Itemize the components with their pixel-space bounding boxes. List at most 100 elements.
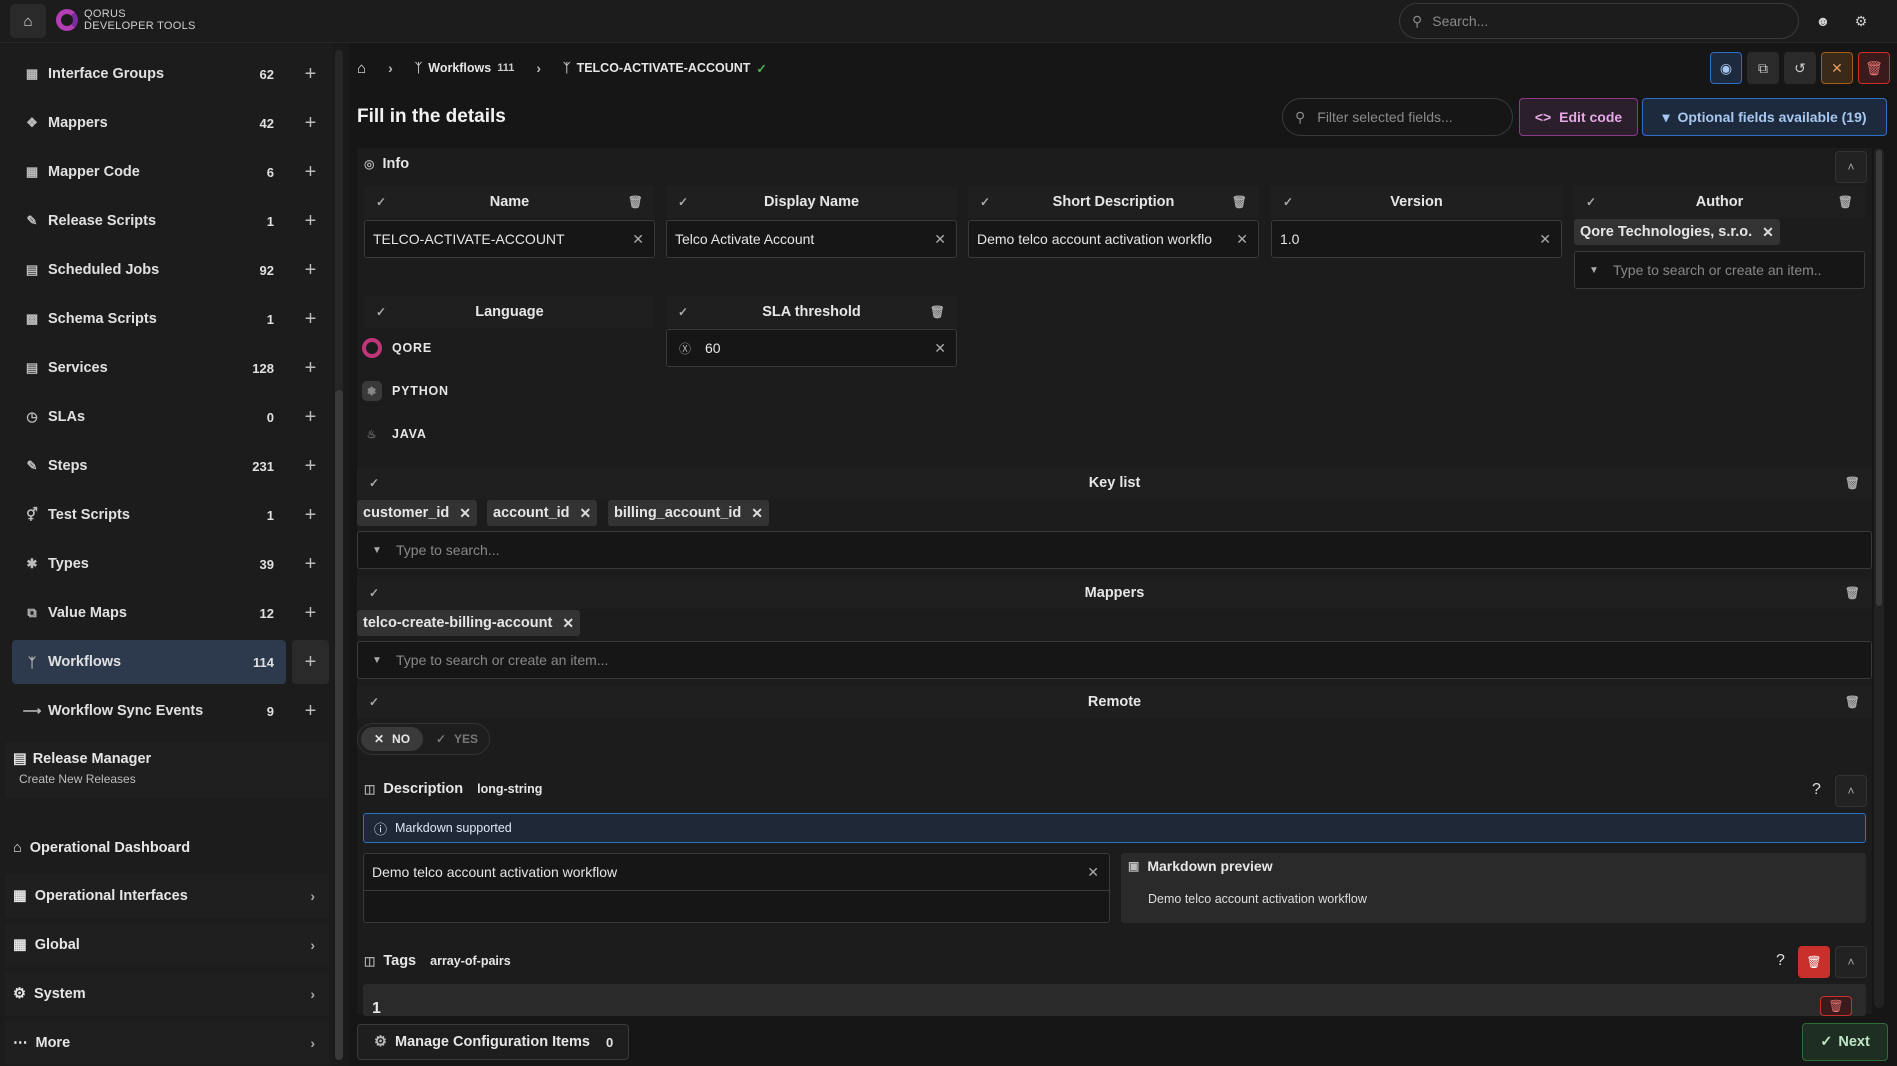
add-workflows-button[interactable]: + bbox=[292, 640, 329, 684]
description-textarea[interactable]: Demo telco account activation workflow ✕ bbox=[363, 853, 1110, 923]
search-input[interactable]: Search... bbox=[1432, 13, 1488, 29]
add-mapper-code-button[interactable]: + bbox=[292, 150, 329, 194]
sidebar-global[interactable]: ▦ Global › bbox=[5, 923, 329, 967]
remote-yes-option[interactable]: ✓ YES bbox=[428, 727, 486, 751]
sidebar-item-types[interactable]: ✱ Types 39 bbox=[12, 542, 286, 586]
edit-code-button[interactable]: <> Edit code bbox=[1519, 98, 1638, 136]
copy-button[interactable]: ⧉ bbox=[1747, 52, 1779, 84]
add-scheduled-jobs-button[interactable]: + bbox=[292, 248, 329, 292]
mappers-search-input[interactable]: ▼ Type to search or create an item... bbox=[357, 641, 1872, 679]
language-option-python[interactable]: ✽ PYTHON bbox=[362, 381, 449, 401]
sidebar-item-steps[interactable]: ✎ Steps 231 bbox=[12, 444, 286, 488]
display-name-field[interactable]: Telco Activate Account ✕ bbox=[666, 220, 957, 258]
sidebar-more[interactable]: ⋯ More › bbox=[5, 1021, 329, 1065]
add-test-scripts-button[interactable]: + bbox=[292, 493, 329, 537]
home-button[interactable]: ⌂ bbox=[10, 4, 46, 38]
language-option-qore[interactable]: QORE bbox=[362, 338, 432, 358]
author-search-input[interactable]: ▼ Type to search or create an item.. bbox=[1574, 251, 1865, 289]
trash-icon[interactable]: 🗑 bbox=[1838, 195, 1853, 209]
sidebar-item-schema-scripts[interactable]: ▩ Schema Scripts 1 bbox=[12, 297, 286, 341]
add-steps-button[interactable]: + bbox=[292, 444, 329, 488]
content-scrollbar-thumb[interactable] bbox=[1876, 150, 1882, 606]
add-mappers-button[interactable]: + bbox=[292, 101, 329, 145]
history-button[interactable]: ↺ bbox=[1784, 52, 1816, 84]
add-value-maps-button[interactable]: + bbox=[292, 591, 329, 635]
sidebar-item-interface-groups[interactable]: ▦ Interface Groups 62 bbox=[12, 52, 286, 96]
version-field[interactable]: 1.0 ✕ bbox=[1271, 220, 1562, 258]
trash-icon[interactable]: 🗑 bbox=[1845, 476, 1860, 490]
sidebar-item-services[interactable]: ▤ Services 128 bbox=[12, 346, 286, 390]
clear-icon[interactable]: ✕ bbox=[1087, 864, 1099, 881]
remove-tag-icon[interactable]: ✕ bbox=[562, 615, 574, 632]
language-label: Language bbox=[475, 304, 544, 320]
release-manager[interactable]: ▤ Release Manager Create New Releases bbox=[5, 742, 329, 798]
add-release-scripts-button[interactable]: + bbox=[292, 199, 329, 243]
remove-tag-icon[interactable]: ✕ bbox=[580, 505, 592, 522]
sidebar-operational-dashboard[interactable]: ⌂ Operational Dashboard bbox=[5, 826, 329, 870]
add-workflow-sync-events-button[interactable]: + bbox=[292, 689, 329, 733]
sidebar-item-test-scripts[interactable]: ⚥ Test Scripts 1 bbox=[12, 493, 286, 537]
next-button[interactable]: ✓ Next bbox=[1802, 1023, 1888, 1061]
view-toggle-button[interactable]: ◉ bbox=[1710, 52, 1742, 84]
name-field-header: ✓ Name 🗑 bbox=[364, 186, 655, 218]
sla-threshold-field[interactable]: Ⓧ 60 ✕ bbox=[666, 329, 957, 367]
add-schema-scripts-button[interactable]: + bbox=[292, 297, 329, 341]
sidebar-operational-interfaces[interactable]: ▦ Operational Interfaces › bbox=[5, 874, 329, 918]
sync-icon: ⟶ bbox=[22, 703, 42, 718]
trash-icon[interactable]: 🗑 bbox=[1845, 695, 1860, 709]
clear-icon[interactable]: ✕ bbox=[1236, 231, 1248, 248]
remove-tag-icon[interactable]: ✕ bbox=[459, 505, 471, 522]
chevron-right-icon: › bbox=[310, 1035, 315, 1051]
delete-button[interactable]: 🗑 bbox=[1858, 52, 1890, 84]
help-icon[interactable]: ? bbox=[1776, 952, 1785, 970]
clear-icon[interactable]: ✕ bbox=[1539, 231, 1551, 248]
clear-icon[interactable]: ✕ bbox=[632, 231, 644, 248]
sidebar-scrollbar-thumb[interactable] bbox=[335, 390, 343, 1060]
trash-icon: 🗑 bbox=[1828, 999, 1844, 1013]
language-option-java[interactable]: ♨ JAVA bbox=[362, 424, 427, 444]
sidebar-item-mappers[interactable]: ❖ Mappers 42 bbox=[12, 101, 286, 145]
help-icon[interactable]: ? bbox=[1812, 781, 1821, 799]
trash-icon[interactable]: 🗑 bbox=[628, 195, 643, 209]
trash-icon[interactable]: 🗑 bbox=[930, 305, 945, 319]
name-field[interactable]: TELCO-ACTIVATE-ACCOUNT ✕ bbox=[364, 220, 655, 258]
short-description-field[interactable]: Demo telco account activation workflo ✕ bbox=[968, 220, 1259, 258]
sidebar-item-slas[interactable]: ◷ SLAs 0 bbox=[12, 395, 286, 439]
clear-icon[interactable]: ✕ bbox=[934, 231, 946, 248]
settings-gear-icon[interactable]: ⚙ bbox=[1846, 6, 1876, 36]
user-icon[interactable]: ☻ bbox=[1808, 6, 1838, 36]
trash-icon[interactable]: 🗑 bbox=[1845, 586, 1860, 600]
trash-icon[interactable]: 🗑 bbox=[1232, 195, 1247, 209]
clear-icon[interactable]: ✕ bbox=[934, 340, 946, 357]
add-slas-button[interactable]: + bbox=[292, 395, 329, 439]
description-type: long-string bbox=[477, 782, 543, 796]
remove-tag-icon[interactable]: ✕ bbox=[1762, 224, 1774, 241]
collapse-info-button[interactable]: ˄ bbox=[1835, 151, 1867, 183]
optional-fields-button[interactable]: ▾ Optional fields available (19) bbox=[1642, 98, 1887, 136]
sidebar-item-scheduled-jobs[interactable]: ▤ Scheduled Jobs 92 bbox=[12, 248, 286, 292]
sidebar-item-release-scripts[interactable]: ✎ Release Scripts 1 bbox=[12, 199, 286, 243]
delete-tag-item-button[interactable]: 🗑 bbox=[1820, 996, 1852, 1016]
manage-configuration-items-button[interactable]: ⚙ Manage Configuration Items 0 bbox=[357, 1024, 629, 1060]
java-logo-icon: ♨ bbox=[366, 428, 378, 441]
collapse-description-button[interactable]: ˄ bbox=[1835, 775, 1867, 807]
remove-tag-icon[interactable]: ✕ bbox=[751, 505, 763, 522]
sidebar-system[interactable]: ⚙ System › bbox=[5, 972, 329, 1016]
collapse-tags-button[interactable]: ˄ bbox=[1835, 946, 1867, 978]
remote-no-option[interactable]: ✕ NO bbox=[361, 727, 423, 751]
sidebar-item-workflows[interactable]: ᛉ Workflows 114 bbox=[12, 640, 286, 684]
filter-fields-input[interactable]: ⚲ Filter selected fields... bbox=[1282, 98, 1513, 136]
breadcrumb-workflows[interactable]: ᛉ Workflows 111 bbox=[415, 61, 515, 75]
sidebar-item-mapper-code[interactable]: ▦ Mapper Code 6 bbox=[12, 150, 286, 194]
add-types-button[interactable]: + bbox=[292, 542, 329, 586]
add-services-button[interactable]: + bbox=[292, 346, 329, 390]
sidebar-item-value-maps[interactable]: ⧉ Value Maps 12 bbox=[12, 591, 286, 635]
breadcrumb-home-icon[interactable]: ⌂ bbox=[357, 60, 366, 77]
delete-tags-button[interactable]: 🗑 bbox=[1798, 946, 1830, 978]
sidebar-item-workflow-sync-events[interactable]: ⟶ Workflow Sync Events 9 bbox=[12, 689, 286, 733]
reset-button[interactable]: ✕ bbox=[1821, 52, 1853, 84]
keylist-search-input[interactable]: ▼ Type to search... bbox=[357, 531, 1872, 569]
description-label: Description bbox=[383, 781, 464, 797]
global-search[interactable]: ⚲ Search... bbox=[1399, 3, 1799, 39]
add-interface-groups-button[interactable]: + bbox=[292, 52, 329, 96]
